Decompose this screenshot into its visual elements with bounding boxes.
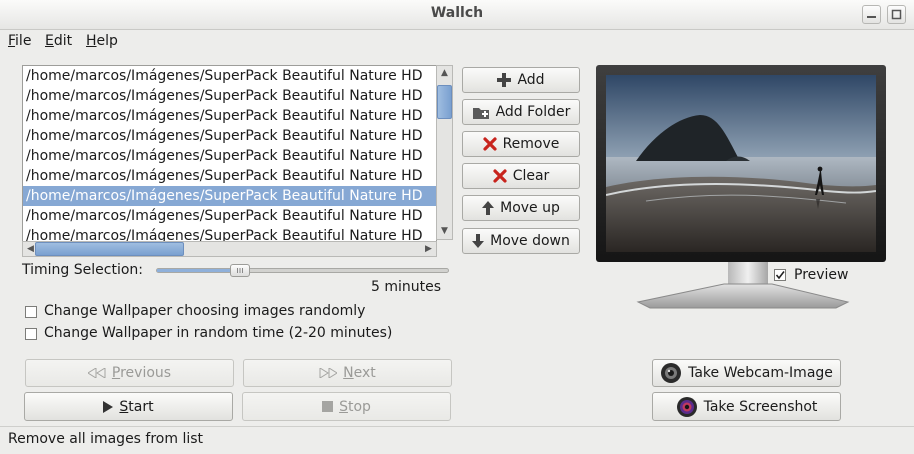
preview-label: Preview (794, 267, 849, 283)
folder-add-icon (472, 107, 489, 119)
timing-label: Timing Selection: (22, 262, 143, 278)
image-list[interactable]: /home/marcos/Imágenes/SuperPack Beautifu… (22, 65, 437, 242)
menu-bar: File Edit Help (0, 29, 914, 55)
vertical-scroll-thumb[interactable] (437, 85, 452, 119)
plus-icon (497, 73, 512, 87)
stop-icon (322, 401, 334, 412)
clear-button[interactable]: Clear (462, 163, 580, 189)
scroll-up-icon[interactable]: ▲ (437, 66, 452, 81)
random-time-label: Change Wallpaper in random time (2-20 mi… (44, 325, 393, 341)
arrow-up-icon (482, 201, 495, 215)
timing-slider-handle[interactable] (229, 264, 250, 277)
status-text: Remove all images from list (8, 431, 204, 447)
minimize-button[interactable] (862, 5, 881, 24)
list-item[interactable]: /home/marcos/Imágenes/SuperPack Beautifu… (23, 66, 436, 86)
horizontal-scroll-thumb[interactable] (35, 242, 184, 256)
list-item[interactable]: /home/marcos/Imágenes/SuperPack Beautifu… (23, 86, 436, 106)
remove-x-icon (482, 137, 497, 151)
list-item[interactable]: /home/marcos/Imágenes/SuperPack Beautifu… (23, 166, 436, 186)
menu-edit[interactable]: Edit (45, 33, 72, 49)
list-item-selected[interactable]: /home/marcos/Imágenes/SuperPack Beautifu… (23, 186, 436, 206)
window-title: Wallch (430, 5, 484, 21)
clear-x-icon (493, 169, 507, 183)
menu-help[interactable]: Help (86, 33, 118, 49)
stop-button[interactable]: Stop (242, 392, 451, 421)
arrow-down-icon (472, 234, 485, 248)
random-images-checkbox[interactable] (25, 306, 37, 318)
scroll-down-icon[interactable]: ▼ (437, 224, 452, 239)
previous-button[interactable]: Previous (25, 359, 234, 387)
remove-button[interactable]: Remove (462, 131, 580, 157)
list-item[interactable]: /home/marcos/Imágenes/SuperPack Beautifu… (23, 206, 436, 226)
preview-checkbox[interactable] (774, 269, 786, 281)
beach-scene-image (606, 75, 876, 252)
checkmark-icon (775, 271, 785, 280)
rewind-icon (87, 368, 106, 378)
maximize-icon (891, 9, 902, 20)
list-item[interactable]: /home/marcos/Imágenes/SuperPack Beautifu… (23, 146, 436, 166)
move-down-button[interactable]: Move down (462, 228, 580, 254)
maximize-button[interactable] (887, 5, 906, 24)
wallpaper-preview-image (606, 75, 876, 252)
add-folder-button[interactable]: Add Folder (462, 99, 580, 125)
status-bar: Remove all images from list (0, 426, 914, 454)
move-up-button[interactable]: Move up (462, 195, 580, 221)
scroll-right-icon[interactable]: ▶ (421, 242, 436, 257)
take-webcam-image-button[interactable]: Take Webcam-Image (652, 359, 841, 387)
play-icon (103, 400, 114, 413)
minimize-icon (867, 16, 876, 18)
next-button[interactable]: Next (243, 359, 452, 387)
fast-forward-icon (319, 368, 338, 378)
list-item[interactable]: /home/marcos/Imágenes/SuperPack Beautifu… (23, 106, 436, 126)
random-images-label: Change Wallpaper choosing images randoml… (44, 303, 366, 319)
list-item[interactable]: /home/marcos/Imágenes/SuperPack Beautifu… (23, 226, 436, 241)
random-time-checkbox[interactable] (25, 328, 37, 340)
title-bar: Wallch (0, 0, 914, 30)
camera-lens-icon (676, 396, 697, 417)
timing-value: 5 minutes (371, 279, 442, 295)
menu-file[interactable]: File (8, 33, 31, 49)
add-button[interactable]: Add (462, 67, 580, 93)
start-button[interactable]: Start (24, 392, 233, 421)
take-screenshot-button[interactable]: Take Screenshot (652, 392, 841, 421)
list-item[interactable]: /home/marcos/Imágenes/SuperPack Beautifu… (23, 126, 436, 146)
webcam-icon (661, 363, 682, 383)
grip-icon (236, 268, 243, 273)
timing-slider-fill (157, 269, 235, 272)
